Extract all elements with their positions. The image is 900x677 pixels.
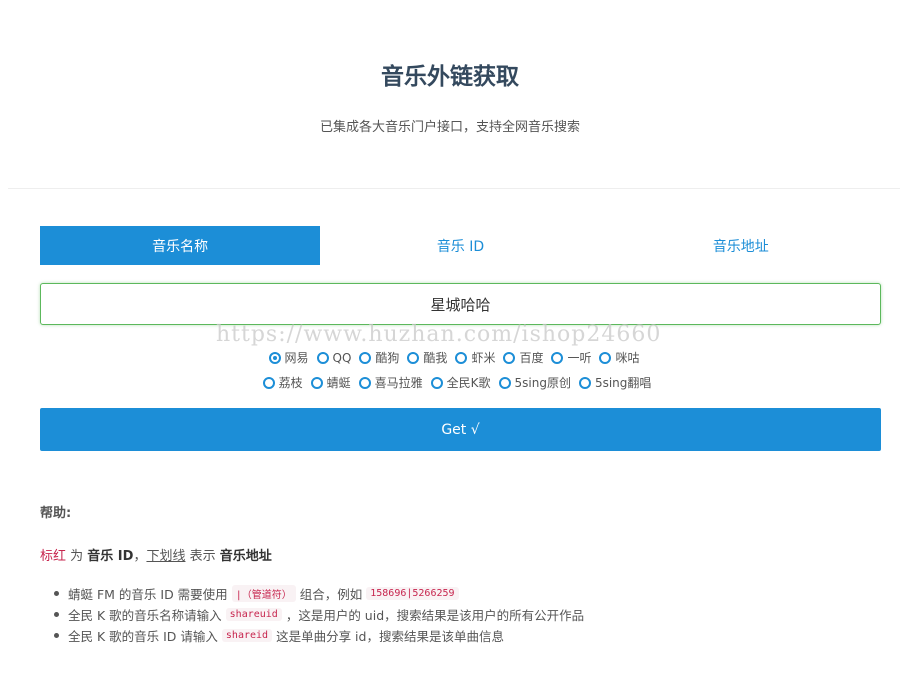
radio-ximalaya[interactable]: 喜马拉雅 bbox=[358, 374, 423, 391]
legend-underline-text: 下划线 bbox=[146, 549, 186, 564]
radio-qq[interactable]: QQ bbox=[316, 350, 352, 365]
tab-music-url[interactable]: 音乐地址 bbox=[601, 226, 881, 265]
header-divider bbox=[8, 188, 900, 189]
page-subtitle: 已集成各大音乐门户接口，支持全网音乐搜索 bbox=[319, 120, 580, 135]
radio-unchecked-icon bbox=[578, 376, 591, 389]
help-legend: 标红 为 音乐 ID，下划线 表示 音乐地址 bbox=[40, 545, 272, 564]
radio-unchecked-icon bbox=[262, 376, 275, 389]
radio-label: 虾米 bbox=[471, 351, 496, 365]
radio-kg[interactable]: 全民K歌 bbox=[430, 374, 491, 391]
radio-unchecked-icon bbox=[310, 376, 323, 389]
radio-unchecked-icon bbox=[407, 351, 420, 364]
help-text: 全民 K 歌的音乐 ID 请输入 bbox=[68, 629, 218, 644]
help-text: 组合，例如 bbox=[299, 587, 363, 602]
radio-label: 酷狗 bbox=[375, 351, 400, 365]
help-text: 全民 K 歌的音乐名称请输入 bbox=[68, 608, 222, 623]
radio-unchecked-icon bbox=[503, 351, 516, 364]
radio-label: 蜻蜓 bbox=[326, 376, 351, 390]
radio-unchecked-icon bbox=[551, 351, 564, 364]
radio-label: 全民K歌 bbox=[446, 376, 491, 390]
radio-kugou[interactable]: 酷狗 bbox=[359, 349, 399, 366]
tab-music-name[interactable]: 音乐名称 bbox=[40, 226, 321, 265]
radio-label: 5sing原创 bbox=[514, 376, 571, 390]
list-item: 全民 K 歌的音乐 ID 请输入 shareid 这是单曲分享 id，搜索结果是… bbox=[54, 625, 894, 646]
radio-label: QQ bbox=[332, 350, 352, 365]
source-radio-group-2: 荔枝 蜻蜓 喜马拉雅 全民K歌 5sing原创 5sing翻唱 bbox=[0, 374, 900, 391]
radio-unchecked-icon bbox=[430, 376, 443, 389]
radio-label: 百度 bbox=[519, 351, 544, 365]
page-header: 音乐外链获取 已集成各大音乐门户接口，支持全网音乐搜索 bbox=[0, 0, 900, 190]
legend-red-text: 标红 bbox=[40, 549, 67, 564]
radio-label: 5sing翻唱 bbox=[594, 376, 652, 390]
radio-unchecked-icon bbox=[359, 351, 372, 364]
radio-label: 荔枝 bbox=[278, 376, 303, 390]
search-input[interactable] bbox=[41, 284, 880, 324]
bullet-icon bbox=[54, 633, 59, 638]
radio-1ting[interactable]: 一听 bbox=[551, 349, 591, 366]
list-item: 全民 K 歌的音乐名称请输入 shareuid ，这是用户的 uid，搜索结果是… bbox=[54, 604, 894, 625]
legend-music-id: 音乐 ID bbox=[87, 549, 134, 564]
legend-music-url: 音乐地址 bbox=[219, 549, 272, 564]
radio-lizhi[interactable]: 荔枝 bbox=[262, 374, 303, 391]
radio-netease[interactable]: 网易 bbox=[268, 349, 309, 366]
radio-migu[interactable]: 咪咕 bbox=[599, 349, 640, 366]
legend-text: ， bbox=[133, 549, 147, 564]
radio-label: 喜马拉雅 bbox=[374, 376, 423, 390]
help-title: 帮助: bbox=[40, 506, 72, 521]
page-title: 音乐外链获取 bbox=[381, 64, 519, 90]
bullet-icon bbox=[54, 591, 59, 596]
radio-unchecked-icon bbox=[599, 351, 612, 364]
radio-unchecked-icon bbox=[358, 376, 371, 389]
help-text: 这是单曲分享 id，搜索结果是该单曲信息 bbox=[276, 629, 504, 644]
help-text: ，这是用户的 uid，搜索结果是该用户的所有公开作品 bbox=[285, 608, 585, 623]
get-button[interactable]: Get √ bbox=[40, 408, 881, 451]
source-radio-group-1: 网易 QQ 酷狗 酷我 虾米 百度 一听 咪咕 bbox=[0, 349, 900, 366]
radio-xiami[interactable]: 虾米 bbox=[455, 349, 495, 366]
radio-kuwo[interactable]: 酷我 bbox=[407, 349, 447, 366]
radio-label: 咪咕 bbox=[615, 351, 640, 365]
help-code: shareid bbox=[221, 629, 273, 642]
radio-unchecked-icon bbox=[316, 351, 329, 364]
radio-checked-icon bbox=[268, 351, 281, 364]
search-box bbox=[40, 283, 881, 325]
radio-label: 网易 bbox=[284, 351, 309, 365]
help-text: 蜻蜓 FM 的音乐 ID 需要使用 bbox=[68, 587, 228, 602]
list-item: 蜻蜓 FM 的音乐 ID 需要使用 |（管道符） 组合，例如 158696|52… bbox=[54, 583, 894, 604]
radio-label: 酷我 bbox=[423, 351, 448, 365]
help-code: 158696|5266259 bbox=[366, 587, 459, 600]
legend-text: 为 bbox=[66, 549, 88, 564]
radio-baidu[interactable]: 百度 bbox=[503, 349, 543, 366]
help-code: |（管道符） bbox=[231, 585, 296, 602]
watermark-text: https://www.huzhan.com/ishop24660 bbox=[216, 322, 662, 347]
tab-music-id[interactable]: 音乐 ID bbox=[320, 226, 600, 265]
search-type-tabs: 音乐名称 音乐 ID 音乐地址 bbox=[40, 226, 881, 265]
radio-qingting[interactable]: 蜻蜓 bbox=[310, 374, 351, 391]
radio-label: 一听 bbox=[567, 351, 592, 365]
radio-unchecked-icon bbox=[455, 351, 468, 364]
radio-unchecked-icon bbox=[498, 376, 511, 389]
help-list: 蜻蜓 FM 的音乐 ID 需要使用 |（管道符） 组合，例如 158696|52… bbox=[54, 583, 894, 646]
radio-5sing-original[interactable]: 5sing原创 bbox=[498, 374, 571, 391]
legend-text: 表示 bbox=[185, 549, 220, 564]
bullet-icon bbox=[54, 612, 59, 617]
help-code: shareuid bbox=[225, 608, 282, 621]
radio-5sing-cover[interactable]: 5sing翻唱 bbox=[578, 374, 652, 391]
